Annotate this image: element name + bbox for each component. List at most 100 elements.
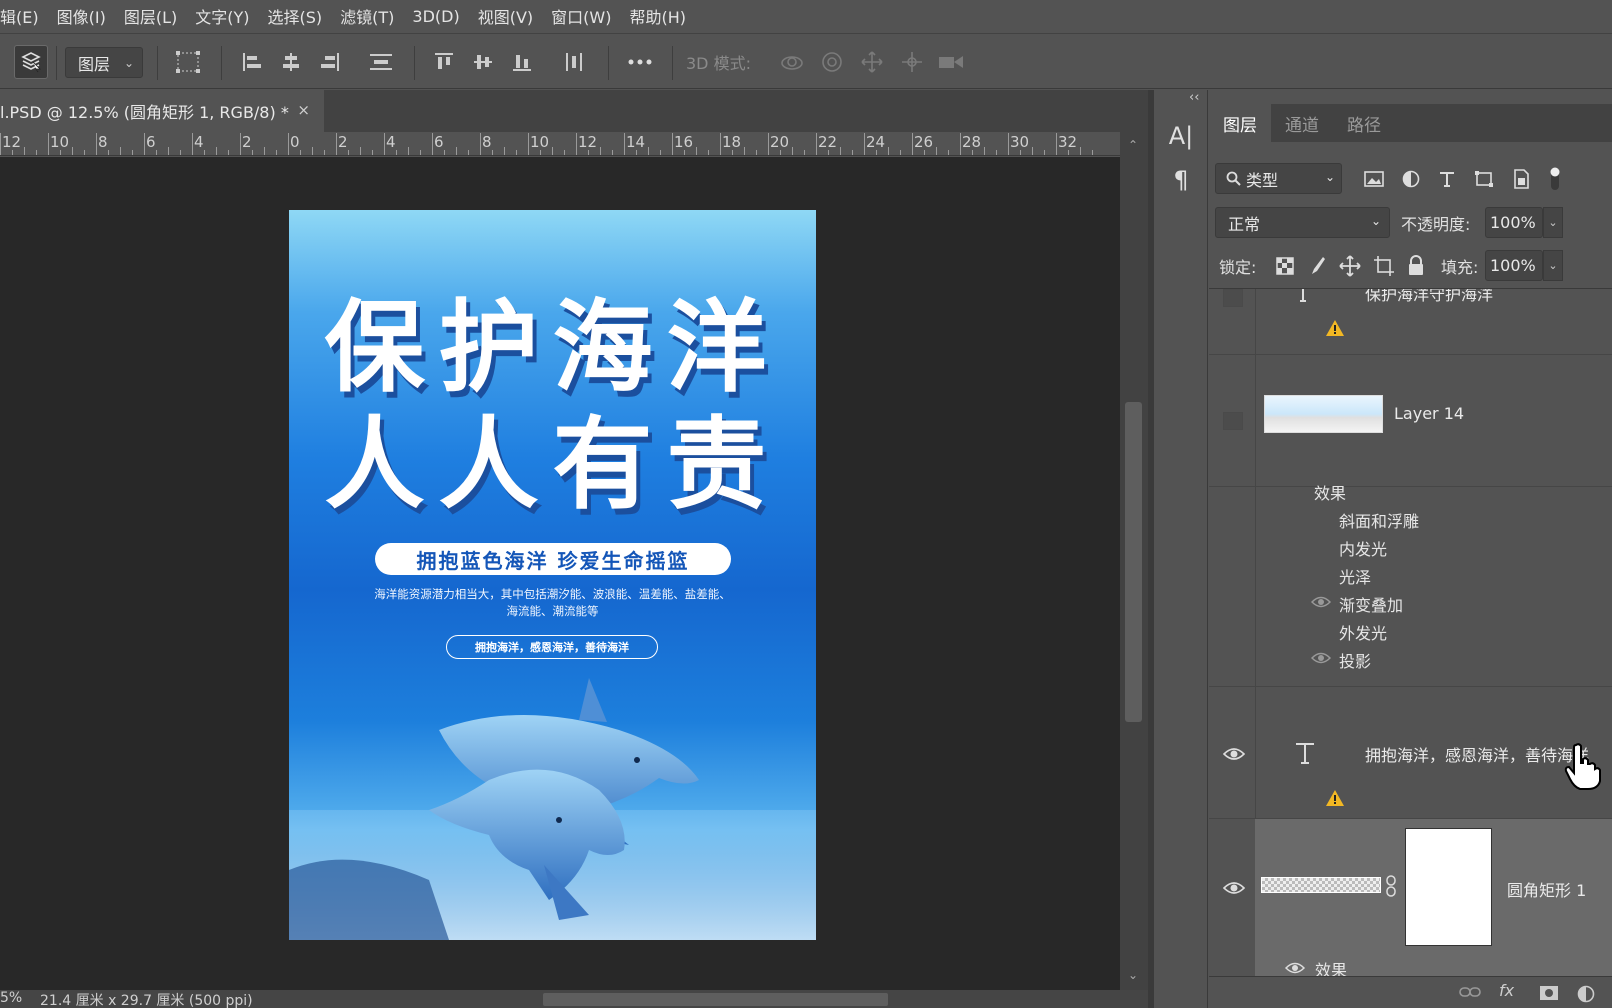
lock-image-pixels-icon[interactable] [1307, 255, 1327, 277]
ruler-tick [360, 147, 361, 155]
lock-all-icon[interactable] [1407, 254, 1425, 277]
3d-pan-icon[interactable] [858, 34, 886, 90]
scroll-up-icon[interactable]: ⌃ [1128, 138, 1138, 152]
layer-row-rounded-rect[interactable]: 圆角矩形 1 效果 [1209, 819, 1612, 976]
effect-drop-shadow[interactable]: 投影 [1339, 648, 1371, 672]
adjustment-filter-icon[interactable] [1402, 170, 1420, 188]
layer-select-value: 图层 [78, 54, 111, 74]
menu-item-1[interactable]: 图像(I) [48, 4, 115, 28]
lock-artboard-icon[interactable] [1373, 255, 1395, 277]
layer-mask-thumbnail[interactable] [1405, 828, 1492, 946]
visibility-toggle-off[interactable] [1223, 412, 1243, 430]
type-filter-icon[interactable] [1438, 170, 1456, 188]
align-vcenter-icon[interactable] [471, 34, 495, 90]
align-bottom-icon[interactable] [510, 34, 534, 90]
ruler-label: 10 [50, 133, 70, 151]
character-panel-icon[interactable]: A| [1167, 122, 1195, 150]
collapse-panels-icon[interactable]: ‹‹ [1189, 90, 1199, 105]
scroll-down-icon[interactable]: ⌄ [1128, 968, 1138, 982]
auto-select-target-dropdown[interactable]: 图层 ⌄ [65, 47, 143, 78]
layer-row-layer14[interactable]: Layer 14 [1209, 355, 1612, 487]
document-tab[interactable]: l.PSD @ 12.5% (圆角矩形 1, RGB/8) * × [0, 90, 324, 132]
scroll-thumb[interactable] [1125, 402, 1142, 722]
canvas-area[interactable]: 保护海洋 人人有责 拥抱蓝色海洋 珍爱生命摇篮 海洋能资源潜力相当大，其中包括潮… [0, 157, 1120, 990]
menu-item-9[interactable]: 帮助(H) [620, 4, 695, 28]
distribute-icon[interactable] [367, 34, 395, 90]
visibility-toggle-off[interactable] [1223, 289, 1243, 307]
3d-orbit-icon[interactable] [778, 34, 806, 90]
eye-icon[interactable] [1223, 877, 1245, 899]
layer-name[interactable]: 拥抱海洋，感恩海洋，善待海洋 [1365, 742, 1589, 766]
align-top-icon[interactable] [432, 34, 456, 90]
layer-row-text-slogan[interactable]: 拥抱海洋，感恩海洋，善待海洋 [1209, 687, 1612, 819]
more-options-icon[interactable] [626, 34, 654, 90]
effect-outer-glow[interactable]: 外发光 [1339, 620, 1387, 644]
eye-icon[interactable] [1311, 651, 1331, 665]
effects-label: 效果 [1314, 484, 1347, 503]
tab-paths[interactable]: 路径 [1333, 104, 1395, 142]
menu-item-6[interactable]: 3D(D) [403, 7, 468, 26]
lock-transparent-pixels-icon[interactable] [1275, 256, 1295, 276]
fill-input[interactable]: 100% [1485, 250, 1543, 281]
menu-item-7[interactable]: 视图(V) [469, 4, 542, 28]
transform-controls-icon[interactable] [174, 34, 202, 90]
mask-icon[interactable] [1539, 985, 1559, 1001]
eye-icon[interactable] [1223, 743, 1245, 765]
horizontal-scroll-thumb[interactable] [543, 993, 888, 1006]
effect-satin[interactable]: 光泽 [1339, 564, 1371, 588]
shape-thumbnail [1261, 877, 1381, 893]
row-divider [1255, 289, 1256, 354]
canvas-vertical-scrollbar[interactable]: ⌃ ⌄ [1120, 132, 1148, 990]
paragraph-panel-icon[interactable]: ¶ [1167, 166, 1195, 194]
lock-position-icon[interactable] [1339, 254, 1361, 277]
ruler-label: 10 [530, 133, 550, 151]
fill-slider-toggle[interactable]: ⌄ [1543, 250, 1563, 281]
eye-icon[interactable] [1285, 961, 1305, 975]
adjustment-icon[interactable] [1577, 985, 1595, 1003]
zoom-level[interactable]: 5% [0, 990, 22, 1006]
3d-slide-icon[interactable] [898, 34, 926, 90]
fx-icon[interactable]: fx [1499, 981, 1514, 1000]
poster-artwork: 保护海洋 人人有责 拥抱蓝色海洋 珍爱生命摇篮 海洋能资源潜力相当大，其中包括潮… [289, 210, 816, 940]
type-layer-icon [1296, 743, 1314, 764]
menu-item-4[interactable]: 选择(S) [259, 4, 332, 28]
effect-inner-glow[interactable]: 内发光 [1339, 536, 1387, 560]
filter-toggle-icon[interactable] [1548, 166, 1562, 192]
menu-item-0[interactable]: 辑(E) [0, 4, 48, 28]
layer-name[interactable]: 圆角矩形 1 [1507, 877, 1586, 901]
effect-gradient-overlay[interactable]: 渐变叠加 [1339, 592, 1403, 616]
effect-bevel-emboss[interactable]: 斜面和浮雕 [1339, 508, 1419, 532]
opacity-input[interactable]: 100% [1485, 207, 1543, 238]
link-icon[interactable] [1385, 875, 1397, 897]
auto-select-icon[interactable] [14, 45, 48, 79]
ruler-tick [600, 147, 601, 155]
menu-item-8[interactable]: 窗口(W) [542, 4, 620, 28]
eye-icon[interactable] [1311, 595, 1331, 609]
opacity-slider-toggle[interactable]: ⌄ [1543, 207, 1563, 238]
menu-item-3[interactable]: 文字(Y) [186, 4, 258, 28]
ruler-tick [36, 150, 37, 155]
link-icon[interactable] [1459, 985, 1481, 999]
3d-roll-icon[interactable] [818, 34, 846, 90]
distribute-vertical-icon[interactable] [562, 34, 586, 90]
align-hcenter-icon[interactable] [279, 34, 303, 90]
chevron-down-icon: ⌄ [1370, 214, 1381, 228]
blend-mode-dropdown[interactable]: 正常 ⌄ [1215, 207, 1390, 238]
smart-object-filter-icon[interactable] [1512, 168, 1530, 189]
shape-filter-icon[interactable] [1474, 170, 1494, 188]
layer-row-text-top[interactable]: 保护海洋守护海洋 [1209, 289, 1612, 355]
layer-filter-dropdown[interactable]: 类型 ⌄ [1215, 163, 1342, 194]
ruler-tick [504, 147, 505, 155]
menu-item-2[interactable]: 图层(L) [115, 4, 186, 28]
pixel-filter-icon[interactable] [1364, 170, 1384, 188]
menu-item-5[interactable]: 滤镜(T) [331, 4, 403, 28]
layer-name[interactable]: 保护海洋守护海洋 [1365, 289, 1493, 305]
close-icon[interactable]: × [297, 101, 310, 119]
layer-name[interactable]: Layer 14 [1394, 404, 1464, 423]
tab-channels[interactable]: 通道 [1271, 104, 1333, 142]
align-left-icon[interactable] [240, 34, 264, 90]
align-right-icon[interactable] [318, 34, 342, 90]
ruler-label: 30 [1010, 133, 1030, 151]
tab-layers[interactable]: 图层 [1209, 104, 1271, 142]
3d-camera-icon[interactable] [936, 34, 966, 90]
